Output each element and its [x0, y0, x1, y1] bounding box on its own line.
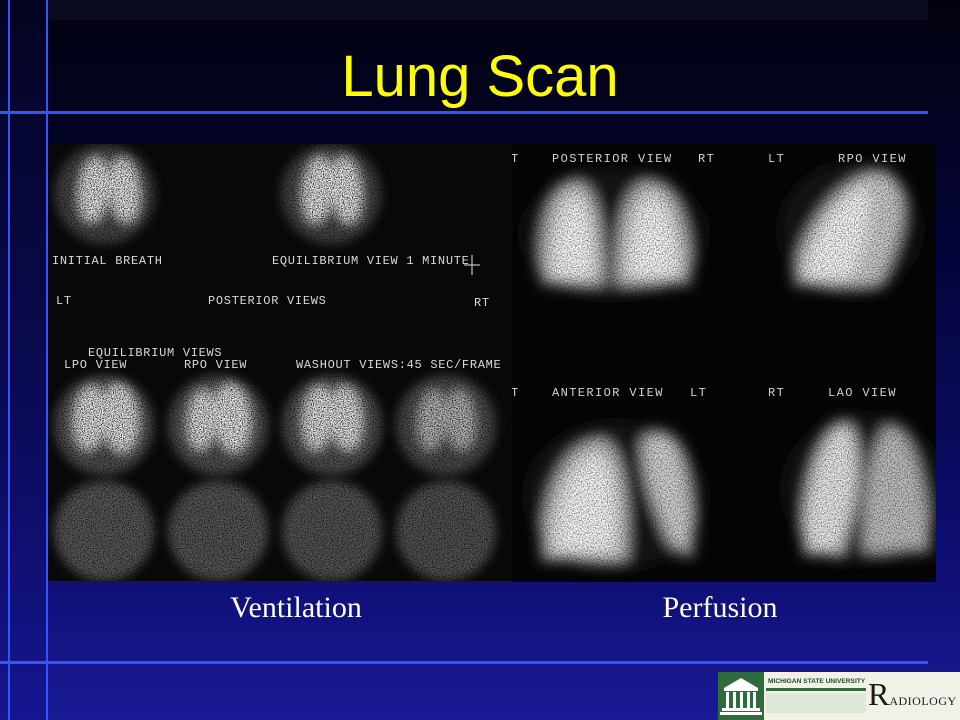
- label-posterior-view: POSTERIOR VIEW: [552, 152, 673, 166]
- label-anterior-view: ANTERIOR VIEW: [552, 386, 664, 400]
- perfusion-caption: Perfusion: [662, 591, 778, 624]
- washout-frame-6-disc: [396, 481, 496, 581]
- logo-university-name: MICHIGAN STATE UNIVERSITY: [768, 678, 866, 685]
- ventilation-scan-image: INITIAL BREATH EQUILIBRIUM VIEW 1 MINUTE…: [48, 144, 512, 581]
- label-lao-right-marker: RT: [768, 386, 786, 400]
- equilibrium-1-minute-lungs: [281, 144, 381, 244]
- washout-frame-2-lungs: [396, 375, 496, 475]
- msu-radiology-logo: MICHIGAN STATE UNIVERSITY RADIOLOGY: [718, 672, 960, 720]
- label-rpo-view: RPO VIEW: [838, 152, 907, 166]
- perfusion-scan-image: T POSTERIOR VIEW RT LT RPO VIEW T ANTERI…: [512, 144, 936, 582]
- washout-frame-4-disc: [168, 481, 268, 581]
- label-rpo-view: RPO VIEW: [184, 358, 248, 372]
- label-initial-breath: INITIAL BREATH: [52, 254, 163, 268]
- label-left-marker: LT: [56, 294, 72, 308]
- label-posterior-views: POSTERIOR VIEWS: [208, 294, 327, 308]
- label-washout-views: WASHOUT VIEWS:45 SEC/FRAME: [296, 358, 502, 372]
- logo-rule: [766, 688, 866, 691]
- building-icon: [720, 678, 762, 715]
- top-rule: [0, 111, 928, 114]
- perfusion-scan-graphic: [522, 164, 936, 570]
- label-top-edge-marker: T: [512, 152, 520, 166]
- washout-frame-3-disc: [54, 481, 154, 581]
- label-posterior-right-marker: RT: [698, 152, 716, 166]
- posterior-view-lungs: [522, 170, 706, 298]
- rpo-view-lungs: [168, 375, 268, 475]
- label-equilibrium-view-1-minute: EQUILIBRIUM VIEW 1 MINUTE: [272, 254, 470, 268]
- initial-breath-lungs: [55, 144, 155, 244]
- logo-mark: [718, 672, 764, 720]
- slide-title: Lung Scan: [341, 44, 619, 109]
- logo-department-name: RADIOLOGY: [868, 676, 957, 712]
- bottom-rule: [0, 661, 928, 664]
- lao-view-lungs: [784, 415, 936, 563]
- label-right-marker: RT: [474, 296, 490, 310]
- label-bottom-edge-marker: T: [512, 386, 520, 400]
- label-anterior-left-marker: LT: [690, 386, 708, 400]
- label-lpo-view: LPO VIEW: [64, 358, 128, 372]
- label-rpo-left-marker: LT: [768, 152, 786, 166]
- lpo-view-lungs: [54, 375, 154, 475]
- rpo-view-lung: [780, 164, 920, 296]
- anterior-view-lungs: [526, 422, 706, 570]
- washout-frame-5-disc: [282, 481, 382, 581]
- label-lao-view: LAO VIEW: [828, 386, 897, 400]
- logo-band: [766, 693, 866, 713]
- ventilation-caption: Ventilation: [230, 591, 362, 624]
- top-band: [48, 0, 928, 20]
- washout-frame-1-lungs: [282, 375, 382, 475]
